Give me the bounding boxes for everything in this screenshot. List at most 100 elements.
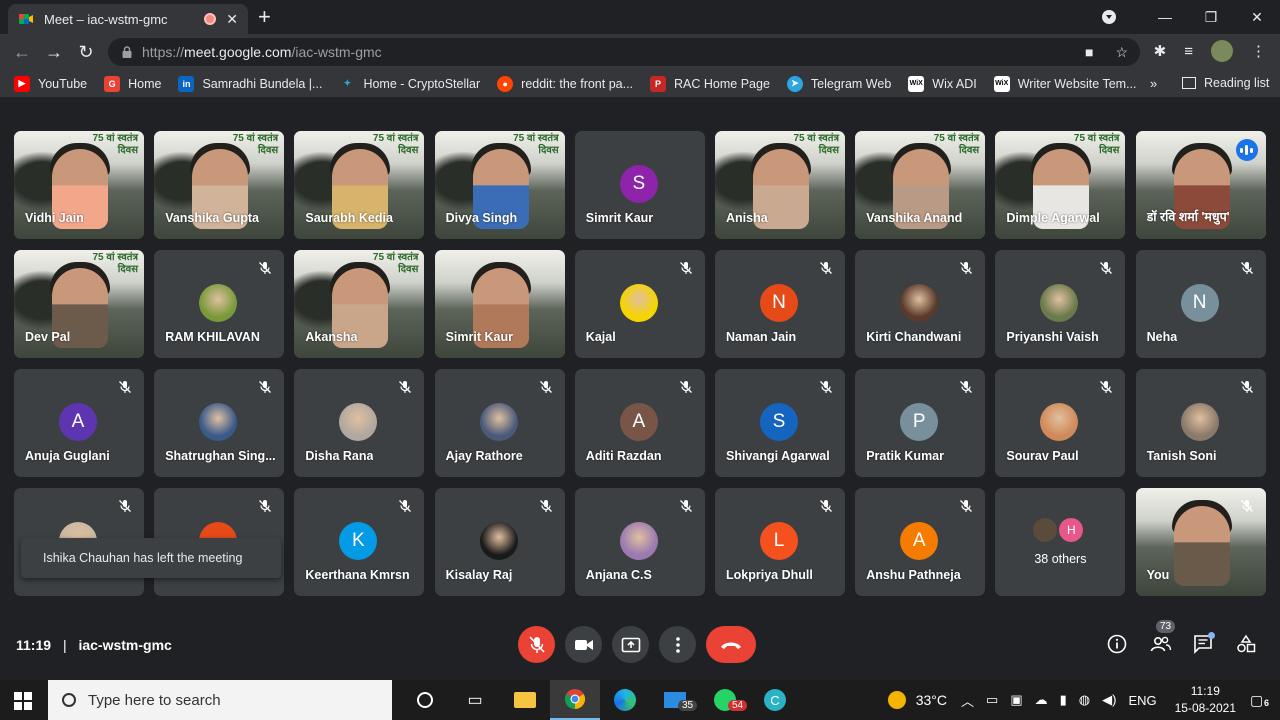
microphone-icon[interactable]: ▮ bbox=[1060, 692, 1067, 708]
participant-tile[interactable]: S Shivangi Agarwal bbox=[715, 369, 845, 477]
bookmark-home[interactable]: G Home bbox=[104, 75, 161, 92]
close-tab-icon[interactable]: ✕ bbox=[226, 11, 238, 28]
participant-tile[interactable]: Ajay Rathore bbox=[434, 369, 565, 477]
more-options-button[interactable] bbox=[659, 626, 696, 663]
bookmark-telegram[interactable]: ➤ Telegram Web bbox=[786, 75, 891, 92]
participant-tile[interactable]: 75 वां स्वतंत्र दिवस Vanshika Gupta bbox=[154, 131, 285, 239]
participant-tile[interactable]: Kisalay Raj bbox=[434, 488, 565, 596]
bookmark-reddit[interactable]: ● reddit: the front pa... bbox=[497, 75, 633, 92]
downloads-icon[interactable] bbox=[1102, 10, 1116, 24]
bookmark-rac[interactable]: P RAC Home Page bbox=[650, 75, 770, 92]
close-window-button[interactable]: ✕ bbox=[1234, 9, 1280, 26]
participant-tile[interactable]: H 38 others bbox=[995, 488, 1126, 596]
participant-tile[interactable]: Tanish Soni bbox=[1135, 369, 1266, 477]
whatsapp-button[interactable]: 54 bbox=[700, 680, 750, 720]
mail-button[interactable]: 35 bbox=[650, 680, 700, 720]
participant-tile[interactable]: Kirti Chandwani bbox=[855, 250, 986, 358]
leave-call-button[interactable] bbox=[706, 626, 756, 663]
minimize-button[interactable]: — bbox=[1142, 9, 1188, 25]
participant-tile[interactable]: K Keerthana Kmrsn bbox=[294, 488, 425, 596]
chrome-taskbar-button[interactable] bbox=[550, 680, 600, 720]
participant-tile[interactable]: Disha Rana bbox=[294, 369, 425, 477]
recording-indicator-icon bbox=[204, 13, 217, 25]
participant-tile[interactable]: 75 वां स्वतंत्र दिवस Vanshika Anand bbox=[855, 131, 986, 239]
bookmark-wix-adi[interactable]: WiX Wix ADI bbox=[908, 75, 977, 92]
meet-tray-icon[interactable]: ▣ bbox=[1010, 692, 1022, 708]
participant-tile[interactable]: 75 वां स्वतंत्र दिवस Divya Singh bbox=[434, 131, 565, 239]
bookmark-star-icon[interactable]: ☆ bbox=[1115, 44, 1128, 61]
forward-button[interactable]: → bbox=[38, 42, 70, 63]
back-button[interactable]: ← bbox=[6, 42, 38, 63]
onedrive-icon[interactable]: ☁ bbox=[1035, 692, 1048, 708]
extensions-icon[interactable]: ✱ bbox=[1154, 42, 1167, 60]
participant-tile[interactable]: 75 वां स्वतंत्र दिवस Akansha bbox=[294, 250, 425, 358]
cortana-button[interactable] bbox=[400, 680, 450, 720]
volume-icon[interactable]: ◀) bbox=[1102, 692, 1116, 708]
participant-tile[interactable]: Priyanshi Vaish bbox=[995, 250, 1126, 358]
mic-off-button[interactable] bbox=[518, 626, 555, 663]
participant-tile[interactable]: S Simrit Kaur bbox=[574, 131, 705, 239]
chat-button[interactable] bbox=[1193, 632, 1215, 654]
activities-button[interactable] bbox=[1236, 634, 1256, 654]
participant-tile[interactable]: 75 वां स्वतंत्र दिवस Anisha bbox=[715, 131, 845, 239]
participant-avatar: A bbox=[619, 403, 658, 441]
camera-button[interactable] bbox=[565, 626, 602, 663]
participant-tile[interactable]: 75 वां स्वतंत्र दिवस Saurabh Kedia bbox=[294, 131, 425, 239]
bookmark-youtube[interactable]: ▶ YouTube bbox=[14, 75, 87, 92]
independence-day-banner: 75 वां स्वतंत्र दिवस bbox=[793, 133, 840, 156]
cortana-icon bbox=[417, 692, 433, 708]
participant-tile[interactable]: N Neha bbox=[1135, 250, 1266, 358]
bookmark-writer-website[interactable]: WiX Writer Website Tem... bbox=[993, 75, 1137, 92]
participant-tile[interactable]: Anjana C.S bbox=[574, 488, 705, 596]
reading-list-button[interactable]: Reading list bbox=[1182, 76, 1269, 90]
action-center-button[interactable]: ▢ 6 bbox=[1250, 692, 1280, 709]
input-language[interactable]: ENG bbox=[1128, 693, 1156, 708]
mic-muted-icon bbox=[539, 499, 553, 513]
present-screen-icon bbox=[621, 637, 640, 652]
browser-tabstrip: Meet – iac-wstm-gmc ✕ + — ❐ ✕ bbox=[0, 0, 1280, 34]
task-view-button[interactable]: ▭ bbox=[450, 680, 500, 720]
taskbar-clock[interactable]: 11:19 15-08-2021 bbox=[1175, 683, 1236, 717]
participant-tile[interactable]: Shatrughan Sing... bbox=[154, 369, 285, 477]
bookmark-cryptostellar[interactable]: ✦ Home - CryptoStellar bbox=[339, 76, 480, 92]
participant-tile[interactable]: You bbox=[1135, 488, 1266, 596]
people-button[interactable]: 73 bbox=[1150, 620, 1176, 654]
profile-avatar[interactable] bbox=[1211, 40, 1233, 62]
chrome-menu-icon[interactable]: ⋮ bbox=[1251, 42, 1266, 60]
reload-button[interactable]: ↻ bbox=[70, 42, 102, 63]
participant-tile[interactable]: N Naman Jain bbox=[715, 250, 845, 358]
camera-in-use-icon[interactable]: ■ bbox=[1085, 44, 1093, 61]
participant-tile[interactable]: 75 वां स्वतंत्र दिवस Dev Pal bbox=[14, 250, 144, 358]
new-tab-button[interactable]: + bbox=[258, 6, 271, 28]
participant-tile[interactable]: L Lokpriya Dhull bbox=[715, 488, 845, 596]
participant-tile[interactable]: RAM KHILAVAN bbox=[154, 250, 285, 358]
participant-tile[interactable]: 75 वां स्वतंत्र दिवस Vidhi Jain bbox=[14, 131, 144, 239]
edge-button[interactable] bbox=[600, 680, 650, 720]
participant-tile[interactable]: 75 वां स्वतंत्र दिवस Dimple Agarwal bbox=[995, 131, 1126, 239]
tab-meet[interactable]: Meet – iac-wstm-gmc ✕ bbox=[8, 4, 248, 34]
taskbar-search-box[interactable]: Type here to search bbox=[48, 680, 392, 720]
participant-tile[interactable]: A Aditi Razdan bbox=[574, 369, 705, 477]
battery-icon[interactable]: ▭ bbox=[986, 692, 998, 708]
show-hidden-icons-icon[interactable]: ︿ bbox=[961, 691, 974, 710]
bookmark-linkedin[interactable]: in Samradhi Bundela |... bbox=[178, 75, 322, 92]
weather-widget[interactable]: 33°C bbox=[887, 691, 947, 709]
participant-tile[interactable]: Sourav Paul bbox=[995, 369, 1126, 477]
participant-tile[interactable]: Kajal bbox=[574, 250, 705, 358]
participant-tile[interactable]: A Anuja Guglani bbox=[14, 369, 144, 477]
participant-tile[interactable]: P Pratik Kumar bbox=[855, 369, 986, 477]
address-bar[interactable]: https:// meet.google.com /iac-wstm-gmc ■… bbox=[108, 38, 1140, 66]
restore-button[interactable]: ❐ bbox=[1188, 9, 1234, 26]
canva-button[interactable]: C bbox=[750, 680, 800, 720]
participant-tile[interactable]: डॉ रवि शर्मा 'मधुप' bbox=[1135, 131, 1266, 239]
more-bookmarks-button[interactable]: » bbox=[1150, 76, 1157, 91]
media-control-icon[interactable]: ≡ bbox=[1184, 43, 1193, 60]
start-button[interactable] bbox=[14, 692, 32, 710]
google-icon: G bbox=[104, 75, 121, 92]
participant-tile[interactable]: A Anshu Pathneja bbox=[855, 488, 986, 596]
file-explorer-button[interactable] bbox=[500, 680, 550, 720]
participant-tile[interactable]: Simrit Kaur bbox=[434, 250, 565, 358]
present-button[interactable] bbox=[612, 626, 649, 663]
meeting-details-button[interactable] bbox=[1107, 634, 1127, 654]
network-icon[interactable]: ◍ bbox=[1079, 692, 1090, 708]
